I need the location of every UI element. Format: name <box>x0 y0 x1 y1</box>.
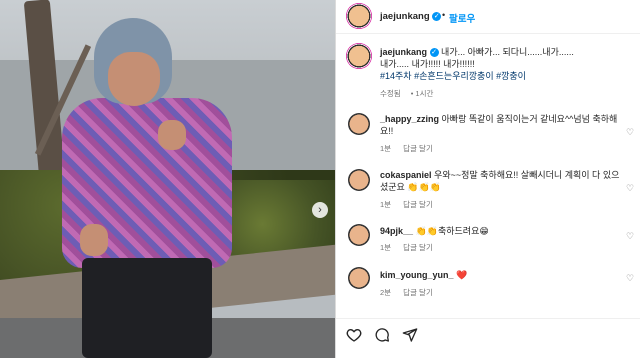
comment-time: 1분 <box>380 144 392 153</box>
face <box>108 52 160 106</box>
separator-dot: • <box>442 10 446 20</box>
comment-text: 셨군요 👏👏👏 <box>380 182 441 192</box>
share-icon[interactable] <box>402 327 418 346</box>
post-header: jaejunkang ✓ • 팔로우 <box>336 0 640 34</box>
username-text[interactable]: jaejunkang <box>380 11 430 22</box>
avatar[interactable] <box>346 43 372 69</box>
verified-badge-icon: ✓ <box>432 11 442 21</box>
caption-line1: 내가... 아빠가... 되다니......내가...... <box>441 47 574 57</box>
comment: _happy_zzing 아빠랑 똑같이 움직이는거 같네요^^넘넘 축하해 요… <box>380 113 635 137</box>
heart-icon[interactable]: ♡ <box>626 231 634 242</box>
comment-text: 👏👏축하드려요😁 <box>415 226 489 236</box>
verified-badge-icon: ✓ <box>429 48 439 58</box>
reply-button[interactable]: 답글 달기 <box>403 200 433 209</box>
pants <box>82 258 212 358</box>
post-media[interactable]: › <box>0 0 335 358</box>
username[interactable]: jaejunkang ✓ <box>380 11 442 22</box>
comment-text: 요!! <box>380 126 394 136</box>
avatar[interactable] <box>348 267 370 289</box>
comment-text: 우와~~정말 축하해요!! 살빼시더니 계획이 다 있으 <box>434 170 620 180</box>
follow-button[interactable]: 팔로우 <box>449 11 475 25</box>
comment-text: 아빠랑 똑같이 움직이는거 같네요^^넘넘 축하해 <box>441 114 618 124</box>
heart-icon[interactable]: ♡ <box>626 127 634 138</box>
reply-button[interactable]: 답글 달기 <box>403 243 433 252</box>
edited-label: 수정됨 <box>380 89 401 98</box>
reply-button[interactable]: 답글 달기 <box>403 288 433 297</box>
caption-line2: 내가..... 내가!!!!! 내가!!!!!! <box>380 59 475 69</box>
comment: kim_young_yun_ ❤️ <box>380 269 635 281</box>
comment: 94pjk__ 👏👏축하드려요😁 <box>380 225 635 237</box>
reply-button[interactable]: 답글 달기 <box>403 144 433 153</box>
hashtags[interactable]: #14주차 #손흔드는우리깡충이 #깡충이 <box>380 71 526 81</box>
action-bar <box>336 318 640 359</box>
comment-text: ❤️ <box>456 270 468 280</box>
comment-meta: 1분 답글 달기 <box>380 143 443 154</box>
comment-username[interactable]: cokaspaniel <box>380 170 432 180</box>
caption-meta: 수정됨 • 1시간 <box>380 89 434 98</box>
caption-username[interactable]: jaejunkang <box>380 47 427 57</box>
heart-icon[interactable] <box>346 327 362 346</box>
comment-username[interactable]: 94pjk__ <box>380 226 413 236</box>
avatar[interactable] <box>348 169 370 191</box>
heart-icon[interactable]: ♡ <box>626 183 634 194</box>
comment-username[interactable]: kim_young_yun_ <box>380 270 454 280</box>
person-figure <box>60 18 240 358</box>
comment-icon[interactable] <box>374 327 390 346</box>
avatar[interactable] <box>346 3 372 29</box>
hand <box>158 120 186 150</box>
caption: jaejunkang ✓ 내가... 아빠가... 되다니......내가...… <box>380 46 635 82</box>
comment-time: 1분 <box>380 243 392 252</box>
heart-icon[interactable]: ♡ <box>626 273 634 284</box>
comment: cokaspaniel 우와~~정말 축하해요!! 살빼시더니 계획이 다 있으… <box>380 169 635 193</box>
comment-meta: 1분 답글 달기 <box>380 199 443 210</box>
avatar[interactable] <box>348 113 370 135</box>
post-time: 1시간 <box>415 89 434 98</box>
comment-meta: 2분 답글 달기 <box>380 287 443 298</box>
hand <box>80 224 108 256</box>
chevron-right-icon[interactable]: › <box>312 202 328 218</box>
comment-username[interactable]: _happy_zzing <box>380 114 439 124</box>
post-panel: jaejunkang ✓ • 팔로우 jaejunkang ✓ 내가... 아빠… <box>335 0 640 359</box>
comment-meta: 1분 답글 달기 <box>380 242 443 253</box>
avatar[interactable] <box>348 224 370 246</box>
comment-time: 1분 <box>380 200 392 209</box>
comment-time: 2분 <box>380 288 392 297</box>
